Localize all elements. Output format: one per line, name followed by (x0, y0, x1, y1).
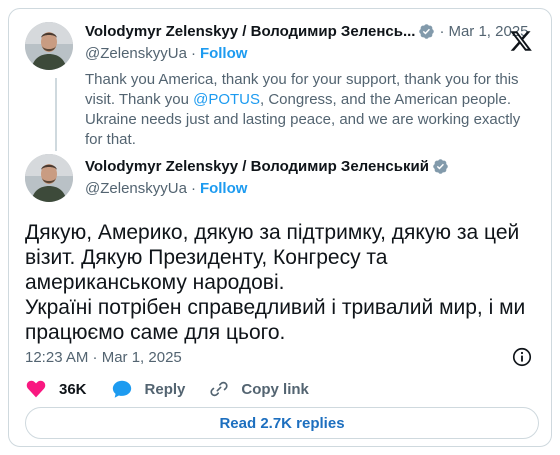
reply-button[interactable]: Reply (111, 378, 186, 400)
link-icon (210, 381, 228, 397)
post-text-paragraph: Україні потрібен справедливий і тривалий… (25, 296, 526, 344)
avatar-image (25, 154, 73, 202)
post-timestamp[interactable]: 12:23 AM · Mar 1, 2025 (25, 349, 182, 366)
follow-button[interactable]: Follow (200, 180, 248, 197)
avatar-image (25, 22, 73, 70)
copy-link-button[interactable]: Copy link (209, 379, 309, 399)
verified-badge-icon (419, 24, 435, 39)
like-button[interactable]: 36K (25, 378, 87, 400)
separator: · (439, 23, 445, 40)
reply-icon (112, 380, 131, 398)
action-bar: 36K Reply Copy link (25, 377, 333, 401)
main-handle-row: @ZelenskyyUa · Follow (85, 180, 247, 197)
main-author-row: Volodymyr Zelenskyy / Володимир Зеленськ… (85, 158, 449, 175)
mention-link[interactable]: @POTUS (193, 91, 260, 108)
like-count: 36K (59, 380, 87, 398)
main-post-text: Дякую, Америко, дякую за підтримку, дяку… (25, 220, 537, 345)
handle[interactable]: @ZelenskyyUa (85, 180, 187, 197)
author-name[interactable]: Volodymyr Zelenskyy / Володимир Зеленськ… (85, 158, 429, 175)
info-icon[interactable] (511, 346, 533, 368)
reply-label: Reply (144, 380, 186, 398)
quoted-post-text: Thank you America, thank you for your su… (85, 70, 535, 150)
author-name[interactable]: Volodymyr Zelenskyy / Володимир Зеленсь.… (85, 23, 415, 40)
copy-link-label: Copy link (241, 380, 309, 398)
read-replies-button[interactable]: Read 2.7K replies (25, 407, 539, 439)
verified-badge-icon (433, 159, 448, 174)
handle[interactable]: @ZelenskyyUa (85, 45, 187, 62)
separator: · (190, 45, 196, 62)
quoted-author-row: Volodymyr Zelenskyy / Володимир Зеленсь.… (85, 23, 529, 40)
embedded-post-card: Volodymyr Zelenskyy / Володимир Зеленсь.… (8, 8, 552, 447)
quoted-handle-row: @ZelenskyyUa · Follow (85, 45, 247, 62)
post-text-paragraph: Дякую, Америко, дякую за підтримку, дяку… (25, 221, 520, 294)
follow-button[interactable]: Follow (200, 45, 248, 62)
thread-line (55, 78, 57, 151)
avatar[interactable] (25, 154, 73, 202)
heart-icon (26, 380, 46, 398)
separator: · (190, 180, 196, 197)
x-logo-icon[interactable] (509, 29, 533, 53)
avatar[interactable] (25, 22, 73, 70)
